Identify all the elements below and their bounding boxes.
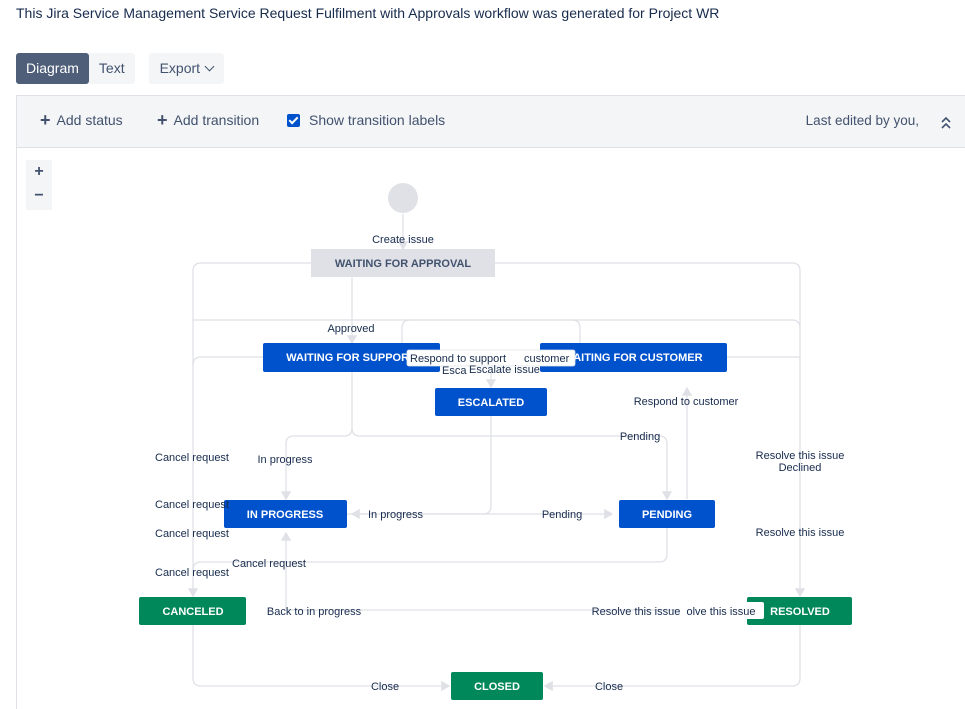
transition-approved[interactable]: Approved bbox=[327, 323, 374, 335]
status-label: IN PROGRESS bbox=[247, 509, 323, 521]
transition-pending[interactable]: Pending bbox=[542, 509, 582, 521]
transition-in-progress[interactable]: In progress bbox=[368, 509, 424, 521]
transition-respond-to-customer[interactable]: Respond to customer bbox=[634, 396, 739, 408]
status-label: WAITING FOR CUSTOMER bbox=[563, 352, 702, 364]
transition-cancel-request[interactable]: Cancel request bbox=[155, 499, 229, 511]
transition-cancel-request[interactable]: Cancel request bbox=[155, 567, 229, 579]
transition-in-progress[interactable]: In progress bbox=[257, 454, 313, 466]
transition-cancel-request[interactable]: Cancel request bbox=[232, 558, 306, 570]
status-closed[interactable]: CLOSED bbox=[451, 672, 543, 700]
transition-declined[interactable]: Declined bbox=[779, 462, 822, 474]
transition-close[interactable]: Close bbox=[371, 681, 399, 693]
transition-cancel-request[interactable]: Cancel request bbox=[155, 452, 229, 464]
status-label: ESCALATED bbox=[458, 397, 524, 409]
status-in-progress[interactable]: IN PROGRESS bbox=[224, 500, 347, 528]
transition-pending[interactable]: Pending bbox=[620, 431, 660, 443]
status-label: WAITING FOR APPROVAL bbox=[335, 258, 472, 270]
status-label: CLOSED bbox=[474, 681, 520, 693]
status-escalated[interactable]: ESCALATED bbox=[435, 388, 547, 416]
status-label: PENDING bbox=[642, 509, 692, 521]
workflow-diagram: WAITING FOR APPROVAL WAITING FOR SUPPORT… bbox=[139, 183, 852, 700]
start-node[interactable] bbox=[388, 183, 418, 213]
status-label: RESOLVED bbox=[770, 606, 830, 618]
status-waiting-for-approval[interactable]: WAITING FOR APPROVAL bbox=[311, 249, 495, 277]
transition-escalate-partial[interactable]: Esca bbox=[442, 365, 467, 377]
transition-back-to-in-progress[interactable]: Back to in progress bbox=[267, 606, 362, 618]
status-label: WAITING FOR SUPPORT bbox=[286, 352, 416, 364]
transition-resolve-this-issue[interactable]: Resolve this issue bbox=[756, 527, 845, 539]
transition-close[interactable]: Close bbox=[595, 681, 623, 693]
transition-escalate-issue[interactable]: Escalate issue bbox=[469, 364, 540, 376]
status-pending[interactable]: PENDING bbox=[619, 500, 715, 528]
transition-cancel-request[interactable]: Cancel request bbox=[155, 528, 229, 540]
transition-resolve-this-issue[interactable]: Resolve this issue bbox=[592, 606, 681, 618]
transition-create-issue[interactable]: Create issue bbox=[372, 234, 434, 246]
transition-labels: Create issue Approved Respond to support… bbox=[155, 234, 844, 693]
status-canceled[interactable]: CANCELED bbox=[139, 597, 246, 625]
status-label: CANCELED bbox=[162, 606, 223, 618]
transition-resolve-this-issue[interactable]: Resolve this issue bbox=[756, 450, 845, 462]
transition-resolve-this-issue[interactable]: olve this issue bbox=[686, 606, 755, 618]
